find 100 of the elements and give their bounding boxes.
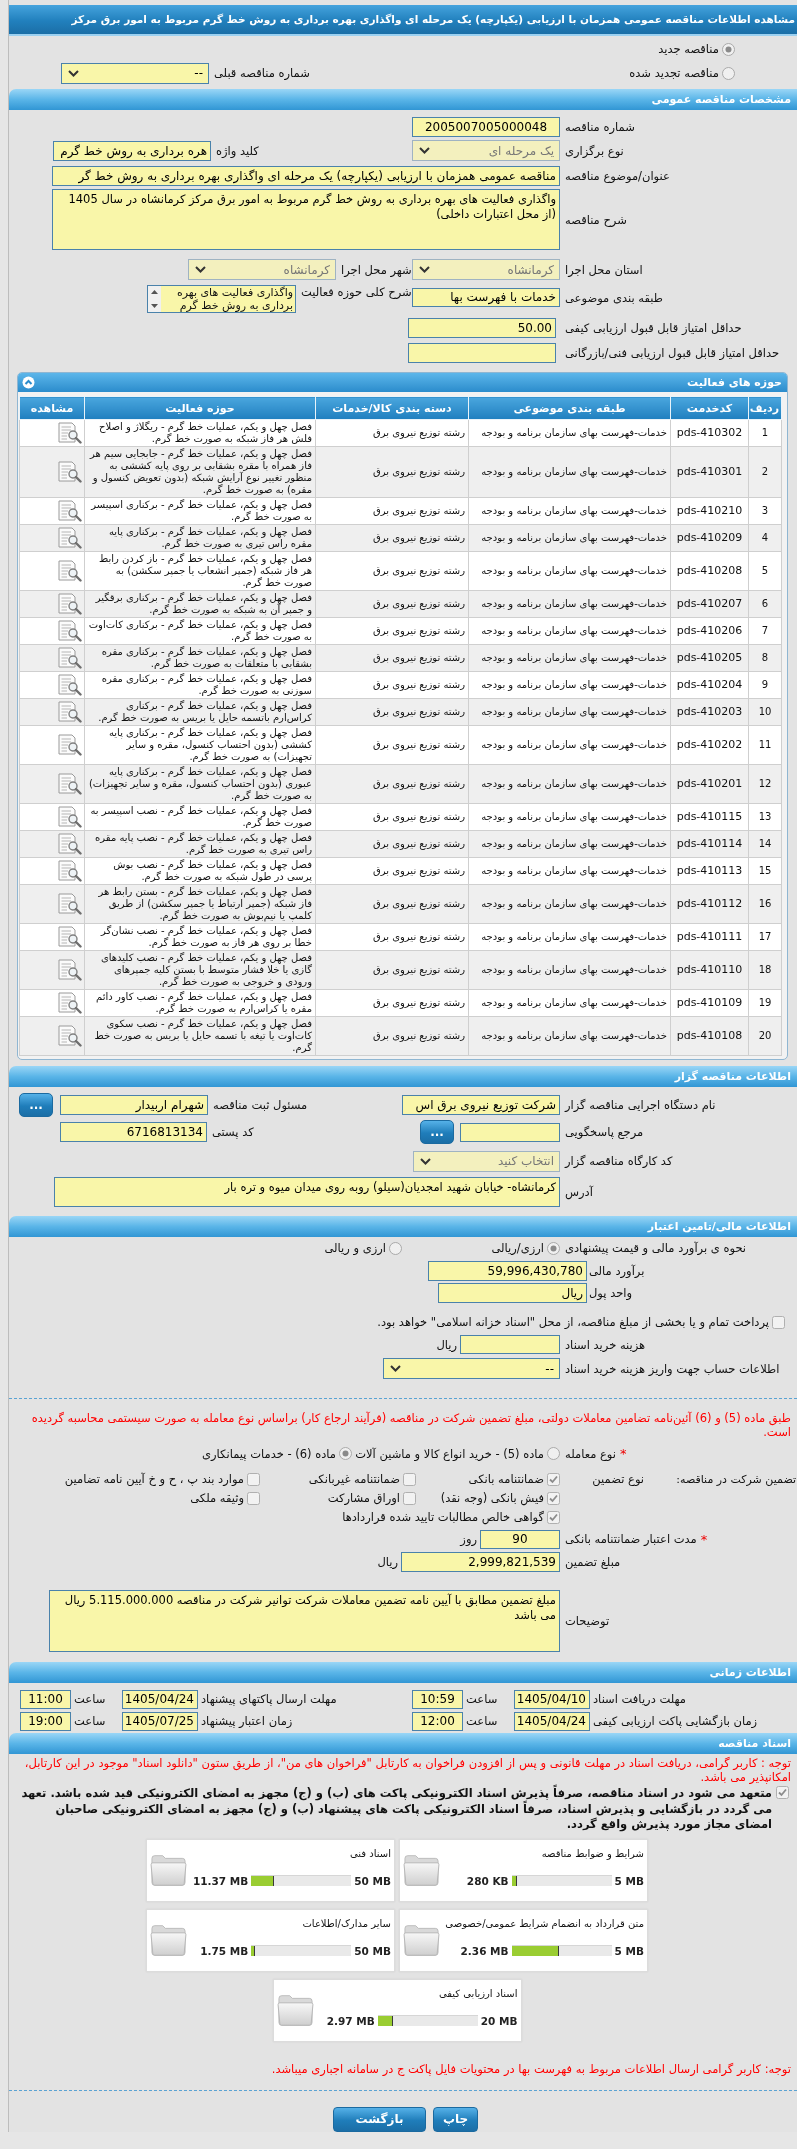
field-label: حداقل امتیاز قابل قبول ارزیابی فنی/بازرگانی — [564, 345, 781, 360]
category-field[interactable]: خدمات با فهرست بها — [412, 288, 560, 307]
size-used: 11.37 MB — [192, 1874, 249, 1887]
document-search-icon[interactable] — [57, 560, 82, 582]
checkbox[interactable] — [772, 1315, 785, 1329]
time-field[interactable]: 19:00 — [20, 1711, 71, 1731]
field-label: شماره مناقصه — [564, 119, 636, 134]
registrar-field[interactable]: شهرام اربیدار — [60, 1095, 208, 1115]
checkbox[interactable] — [247, 1472, 260, 1486]
validity-field[interactable]: 90 — [480, 1529, 560, 1549]
quality-score-field[interactable]: 50.00 — [408, 318, 556, 338]
scroll-arrows-icon[interactable] — [148, 286, 161, 312]
checkbox[interactable] — [547, 1510, 560, 1524]
option-label: ارزی/ریالی — [491, 1241, 544, 1255]
radio-button[interactable] — [389, 1241, 402, 1255]
checkbox[interactable] — [247, 1491, 260, 1505]
date-field[interactable]: 1405/04/24 — [122, 1689, 198, 1709]
document-search-icon[interactable] — [57, 959, 82, 981]
column-header[interactable]: دسته بندی کالا/خدمات — [315, 396, 469, 420]
document-search-icon[interactable] — [57, 461, 82, 483]
document-search-icon[interactable] — [57, 860, 82, 882]
browse-button[interactable]: ... — [19, 1093, 53, 1117]
table-cell: فصل چهل و یکم، عملیات خط گرم - برکناری مقره بشقابی با متعلقات به صورت خط گرم. — [84, 644, 316, 672]
date-field[interactable]: 1405/04/10 — [514, 1689, 590, 1709]
activity-scope-listbox[interactable]: واگذاری فعالیت های بهره برداری به روش خط گرم — [147, 285, 296, 313]
document-search-icon[interactable] — [57, 1025, 82, 1047]
field-label: ساعت — [73, 1714, 107, 1728]
radio-button[interactable] — [547, 1447, 560, 1460]
chevron-down-icon — [390, 1365, 401, 1372]
action-button[interactable]: چاپ — [433, 2106, 478, 2132]
document-search-icon[interactable] — [57, 806, 82, 828]
technical-score-field[interactable] — [408, 342, 556, 363]
document-search-icon[interactable] — [57, 647, 82, 669]
radio-button[interactable] — [339, 1447, 352, 1460]
checkbox[interactable] — [547, 1491, 560, 1505]
time-field[interactable]: 10:59 — [412, 1689, 463, 1709]
subject-field[interactable]: مناقصه عمومی همزمان با ارزیابی (یکپارچه) یک مرحله ای واگذاری بهره برداری به روش خط گر — [52, 165, 560, 186]
previous-tender-select[interactable]: -- — [61, 62, 209, 84]
currency-field[interactable]: ریال — [438, 1283, 587, 1303]
field-label: واحد پول — [588, 1286, 634, 1300]
document-search-icon[interactable] — [57, 773, 82, 795]
guarantee-amount-field[interactable]: 2,999,821,539 — [401, 1552, 560, 1572]
document-search-icon[interactable] — [57, 500, 82, 522]
action-button[interactable]: بازگشت — [333, 2106, 426, 2132]
table-cell: رشته توزیع نیروی برق — [315, 590, 469, 618]
document-search-icon[interactable] — [57, 833, 82, 855]
radio-button[interactable] — [547, 1241, 560, 1255]
field-label: مبلغ تضمین — [564, 1555, 622, 1569]
listbox-option[interactable]: واگذاری فعالیت های بهره برداری به روش خط گرم — [161, 286, 295, 312]
column-header[interactable]: ردیف — [748, 396, 782, 420]
radio-button[interactable] — [722, 66, 735, 80]
document-search-icon[interactable] — [57, 734, 82, 756]
postal-code-field[interactable]: 6716813134 — [60, 1122, 207, 1142]
estimate-field[interactable]: 59,996,430,780 — [428, 1260, 587, 1281]
column-header[interactable]: طبقه بندی موضوعی — [468, 396, 671, 420]
date-field[interactable]: 1405/07/25 — [122, 1711, 198, 1731]
folder-icon[interactable] — [403, 1923, 440, 1957]
document-search-icon[interactable] — [57, 620, 82, 642]
document-search-icon[interactable] — [57, 992, 82, 1014]
column-header[interactable]: کدخدمت — [670, 396, 749, 420]
column-header[interactable]: حوزه فعالیت — [84, 396, 316, 420]
agency-field[interactable]: شرکت توزیع نیروی برق اس — [402, 1095, 560, 1115]
checkbox[interactable] — [403, 1472, 416, 1486]
table-cell: رشته توزیع نیروی برق — [315, 551, 469, 591]
column-header[interactable]: مشاهده — [19, 396, 85, 420]
document-search-icon[interactable] — [57, 893, 82, 915]
document-search-icon[interactable] — [57, 674, 82, 696]
radio-button[interactable] — [722, 42, 735, 56]
checkbox[interactable] — [403, 1491, 416, 1505]
document-search-icon[interactable] — [57, 422, 82, 444]
table-cell: رشته توزیع نیروی برق — [315, 989, 469, 1017]
document-search-icon[interactable] — [57, 701, 82, 723]
date-field[interactable]: 1405/04/24 — [514, 1711, 590, 1731]
address-field[interactable]: کرمانشاه- خیابان شهید امجدیان(سیلو) روبه روی میدان میوه و تره بار — [54, 1177, 560, 1207]
collapse-icon[interactable] — [22, 376, 35, 389]
document-search-icon[interactable] — [57, 593, 82, 615]
folder-icon[interactable] — [276, 1993, 314, 2027]
account-select[interactable]: -- — [383, 1358, 560, 1379]
browse-button[interactable]: ... — [420, 1120, 454, 1144]
time-field[interactable]: 11:00 — [20, 1689, 71, 1709]
notes-field[interactable]: مبلغ تضمین مطابق با آیین نامه تضمین معاملات شرکت توانیر شرکت در مناقصه 5.115.000.000 ریال می باشد — [49, 1590, 560, 1652]
checkbox[interactable] — [547, 1472, 560, 1486]
tender-number-field[interactable]: 2005007005000048 — [412, 116, 560, 137]
folder-icon[interactable] — [150, 1853, 187, 1887]
keyword-field[interactable]: هره برداری به روش خط گرم — [53, 140, 211, 161]
description-field[interactable]: واگذاری فعالیت های بهره برداری به روش خط گرم مربوط به امور برق مرکز کرمانشاه در سال 1405 (از محل اعتبارات داخلی) — [52, 189, 560, 250]
table-cell: رشته توزیع نیروی برق — [315, 617, 469, 645]
time-field[interactable]: 12:00 — [412, 1711, 463, 1731]
document-search-icon[interactable] — [57, 926, 82, 948]
document-search-icon[interactable] — [57, 527, 82, 549]
checkbox[interactable] — [776, 1786, 789, 1799]
reference-field[interactable] — [460, 1122, 560, 1142]
document-fee-field[interactable] — [460, 1335, 560, 1354]
option-label: ارزی و ریالی — [324, 1241, 386, 1255]
size-used: 280 KB — [466, 1874, 509, 1887]
folder-icon[interactable] — [403, 1853, 440, 1887]
option-label: ماده (6) - خدمات پیمانکاری — [202, 1446, 336, 1461]
table-cell: فصل چهل و یکم، عملیات خط گرم - برکناری کات‌اوت به صورت خط گرم. — [84, 617, 316, 645]
table-cell: فصل چهل و یکم، عملیات خط گرم - نصب اسپیسر به صورت خط گرم. — [84, 803, 316, 831]
folder-icon[interactable] — [150, 1923, 187, 1957]
